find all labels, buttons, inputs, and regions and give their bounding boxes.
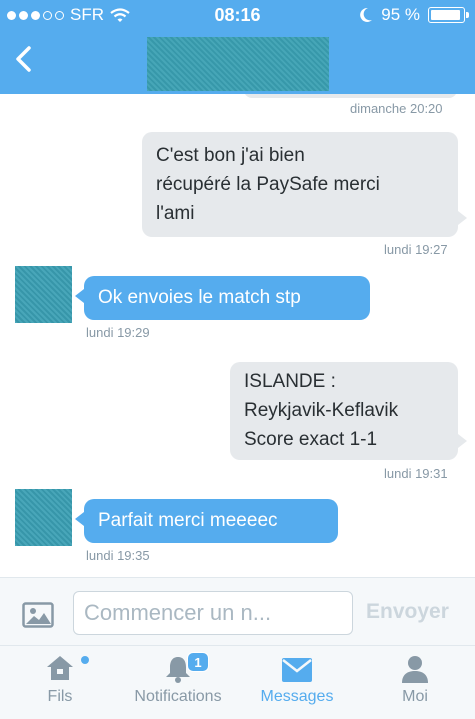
image-icon[interactable]: [22, 602, 54, 628]
message-input[interactable]: [73, 591, 353, 635]
person-icon: [402, 656, 428, 683]
tab-moi[interactable]: Moi: [375, 646, 455, 719]
envelope-icon: [282, 658, 312, 682]
message-composer: Envoyer: [0, 577, 475, 645]
send-button[interactable]: Envoyer: [366, 600, 449, 624]
status-right: 95 %: [359, 5, 469, 25]
message-bubble-outgoing: C'est bon j'ai bien récupéré la PaySafe …: [142, 132, 458, 237]
message-bubble-outgoing: [244, 94, 457, 98]
message-timestamp: lundi 19:27: [384, 242, 448, 257]
message-timestamp: lundi 19:31: [384, 466, 448, 481]
bubble-tail: [458, 434, 467, 448]
avatar[interactable]: [15, 266, 72, 323]
avatar[interactable]: [15, 489, 72, 546]
message-thread[interactable]: dimanche 20:20 C'est bon j'ai bien récup…: [0, 94, 475, 577]
tab-bar: Fils 1 Notifications Messages Moi: [0, 645, 475, 719]
notification-badge: 1: [187, 652, 209, 672]
chevron-left-icon[interactable]: [12, 44, 36, 74]
tab-messages[interactable]: Messages: [252, 646, 342, 719]
message-bubble-incoming: Parfait merci meeeec: [84, 499, 338, 543]
moon-icon: [360, 7, 373, 22]
bubble-tail: [75, 289, 84, 303]
bubble-tail: [75, 512, 84, 526]
navigation-header: SFR 08:16 95 %: [0, 0, 475, 94]
tab-label: Fils: [47, 688, 73, 705]
message-bubble-outgoing: ISLANDE : Reykjavik-Keflavik Score exact…: [230, 362, 458, 460]
bubble-tail: [458, 211, 467, 225]
battery-percent: 95 %: [381, 5, 420, 24]
message-timestamp: lundi 19:29: [86, 325, 150, 340]
tab-label: Notifications: [134, 688, 222, 705]
tab-fils[interactable]: Fils: [20, 646, 100, 719]
unread-dot: [81, 656, 89, 664]
tab-notifications[interactable]: 1 Notifications: [128, 646, 228, 719]
message-timestamp: dimanche 20:20: [350, 101, 443, 116]
status-bar: SFR 08:16 95 %: [0, 0, 475, 30]
tab-label: Moi: [402, 688, 428, 705]
home-icon: [47, 656, 73, 680]
conversation-title-redacted: [147, 37, 329, 91]
battery-icon: [428, 7, 469, 23]
message-bubble-incoming: Ok envoies le match stp: [84, 276, 370, 320]
message-timestamp: lundi 19:35: [86, 548, 150, 563]
tab-label: Messages: [260, 688, 334, 705]
